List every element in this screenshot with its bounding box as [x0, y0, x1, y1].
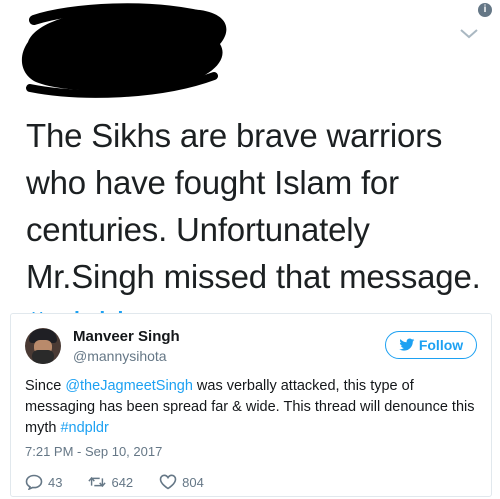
retweet-count: 642: [111, 474, 134, 490]
like-count: 804: [182, 474, 204, 490]
retweet-button[interactable]: 642: [88, 474, 133, 490]
heart-icon: [159, 474, 177, 490]
follow-label: Follow: [418, 337, 464, 353]
redaction-scribble: [21, 3, 227, 98]
quoted-tweet-text: The Sikhs are brave warriors who have fo…: [26, 112, 494, 347]
embedded-tweet-card[interactable]: Manveer Singh @mannysihota Follow Since …: [10, 313, 492, 497]
tweet-text-start: Since: [25, 378, 66, 394]
avatar[interactable]: [25, 328, 61, 364]
reply-button[interactable]: 43: [25, 474, 62, 490]
mention-link[interactable]: @theJagmeetSingh: [65, 378, 193, 394]
reply-count: 43: [48, 474, 63, 490]
tweet-actions: 43 642 804: [25, 474, 230, 490]
twitter-bird-icon: [399, 338, 415, 351]
reply-icon: [25, 474, 43, 490]
author-name[interactable]: Manveer Singh: [73, 328, 180, 345]
chevron-down-icon[interactable]: [458, 25, 480, 41]
follow-button[interactable]: Follow: [385, 331, 477, 359]
retweet-icon: [88, 476, 107, 488]
embedded-tweet-text: Since @theJagmeetSingh was verbally atta…: [25, 376, 485, 439]
info-icon[interactable]: i: [478, 3, 492, 17]
author-handle[interactable]: @mannysihota: [73, 348, 167, 364]
quoted-tweet-body: The Sikhs are brave warriors who have fo…: [26, 117, 481, 295]
tweet-timestamp[interactable]: 7:21 PM - Sep 10, 2017: [25, 444, 162, 459]
like-button[interactable]: 804: [159, 474, 204, 490]
hashtag-link[interactable]: #ndpldr: [60, 420, 108, 436]
